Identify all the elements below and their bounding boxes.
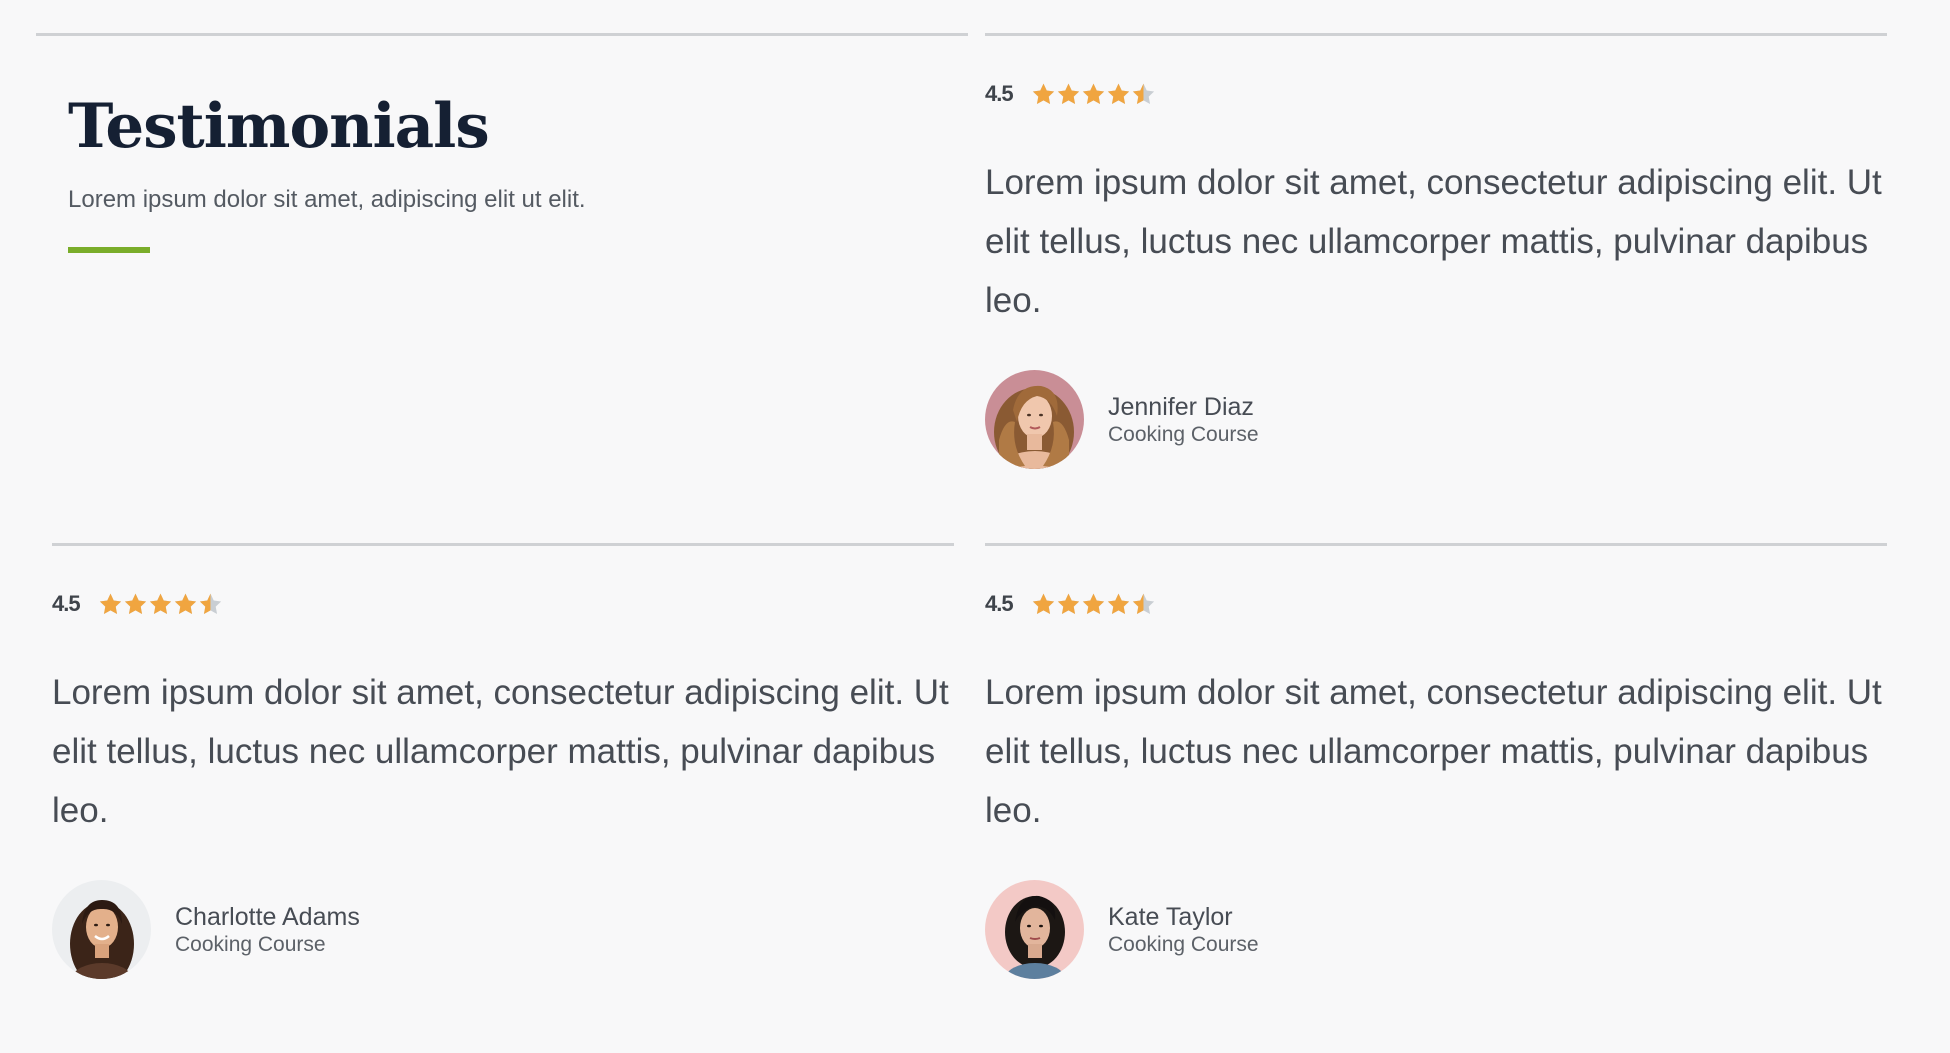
star-full-icon (1057, 83, 1079, 104)
rating: 4.5 (52, 588, 952, 620)
testimonial-author: Jennifer Diaz Cooking Course (985, 370, 1885, 469)
star-full-icon (1082, 83, 1104, 104)
divider-mid-right (985, 543, 1887, 546)
avatar-photo-icon (985, 880, 1084, 979)
star-full-icon (1082, 593, 1104, 614)
author-course: Cooking Course (175, 932, 326, 956)
rating-score: 4.5 (985, 81, 1014, 106)
rating-score: 4.5 (985, 591, 1014, 616)
avatar (985, 880, 1084, 979)
star-half-icon (1132, 83, 1154, 104)
divider-top-left (36, 33, 968, 36)
star-full-icon (1107, 593, 1129, 614)
star-full-icon (124, 593, 146, 614)
star-half-icon (1132, 593, 1154, 614)
author-course: Cooking Course (1108, 422, 1259, 446)
star-half-icon (199, 593, 221, 614)
rating: 4.5 (985, 588, 1885, 620)
author-name: Kate Taylor (1108, 902, 1233, 931)
avatar-photo-icon (52, 880, 151, 979)
star-full-icon (1057, 593, 1079, 614)
star-full-icon (149, 593, 171, 614)
title-accent-bar (68, 247, 150, 253)
testimonial-card: 4.5 Lorem ipsum dolor sit amet, consecte… (52, 588, 952, 979)
star-full-icon (99, 593, 121, 614)
testimonial-author: Charlotte Adams Cooking Course (52, 880, 952, 979)
star-rating (1031, 82, 1156, 107)
avatar (985, 370, 1084, 469)
testimonial-quote: Lorem ipsum dolor sit amet, consectetur … (52, 673, 949, 830)
author-name: Jennifer Diaz (1108, 392, 1254, 421)
testimonial-quote: Lorem ipsum dolor sit amet, consectetur … (985, 673, 1882, 830)
star-full-icon (174, 593, 196, 614)
section-title: Testimonials (68, 91, 490, 162)
section-subtitle: Lorem ipsum dolor sit amet, adipiscing e… (68, 186, 586, 213)
star-full-icon (1032, 83, 1054, 104)
testimonial-card: 4.5 Lorem ipsum dolor sit amet, consecte… (985, 588, 1885, 979)
star-full-icon (1032, 593, 1054, 614)
star-rating (1031, 592, 1156, 617)
testimonial-author: Kate Taylor Cooking Course (985, 880, 1885, 979)
star-rating (98, 592, 223, 617)
star-full-icon (1107, 83, 1129, 104)
author-course: Cooking Course (1108, 932, 1259, 956)
testimonial-quote: Lorem ipsum dolor sit amet, consectetur … (985, 163, 1882, 320)
rating: 4.5 (985, 78, 1885, 110)
divider-top-right (985, 33, 1887, 36)
section-intro: Testimonials Lorem ipsum dolor sit amet,… (68, 88, 928, 253)
author-name: Charlotte Adams (175, 902, 360, 931)
avatar-photo-icon (985, 370, 1084, 469)
testimonial-card: 4.5 Lorem ipsum dolor sit amet, consecte… (985, 78, 1885, 469)
divider-mid-left (52, 543, 954, 546)
avatar (52, 880, 151, 979)
rating-score: 4.5 (52, 591, 81, 616)
